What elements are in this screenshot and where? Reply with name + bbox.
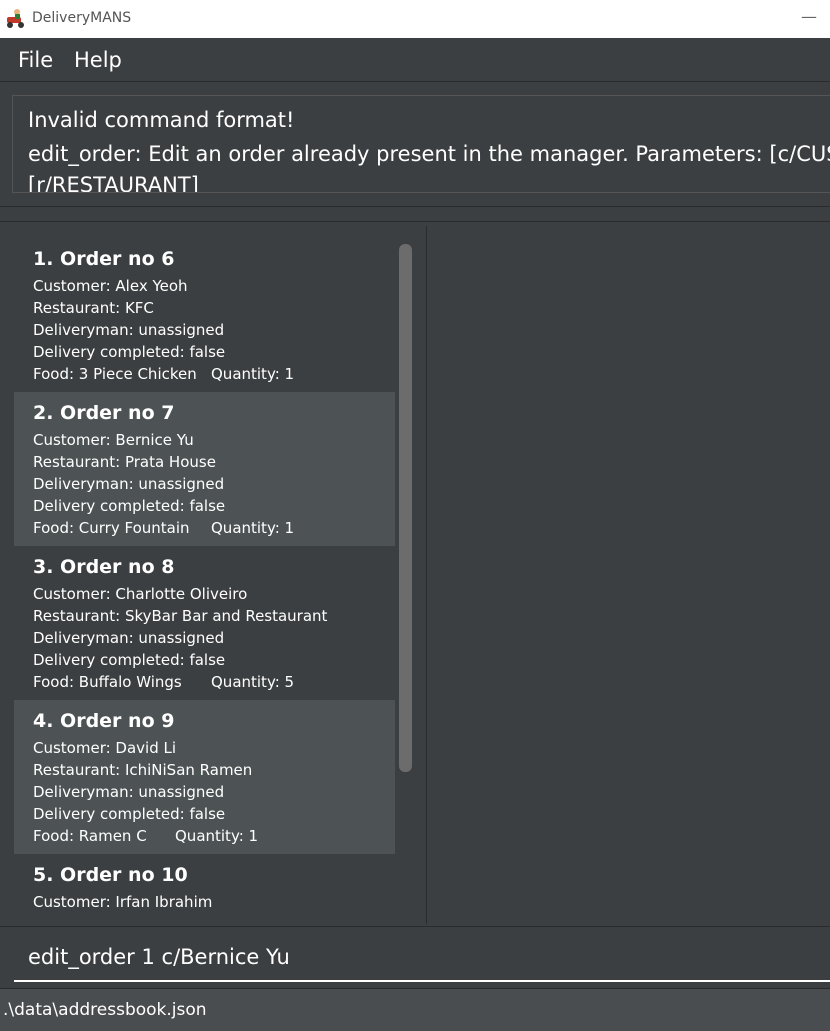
split-divider[interactable] [0, 206, 830, 222]
order-quantity: Quantity: 5 [211, 673, 295, 691]
order-food: Food: Curry Fountain [33, 519, 190, 537]
order-restaurant: Restaurant: Prata House [33, 453, 216, 471]
result-display[interactable]: Invalid command format! edit_order: Edit… [12, 95, 830, 193]
order-completed: Delivery completed: false [33, 651, 226, 669]
order-card[interactable]: 5. Order no 10 Customer: Irfan Ibrahim [14, 854, 395, 910]
order-restaurant: Restaurant: SkyBar Bar and Restaurant [33, 607, 328, 625]
command-input[interactable] [14, 934, 830, 982]
save-location-path: .\data\addressbook.json [3, 1000, 207, 1020]
delivery-scooter-icon [7, 9, 24, 28]
order-completed: Delivery completed: false [33, 497, 226, 515]
order-deliveryman: Deliveryman: unassigned [33, 321, 225, 339]
order-title: 2. Order no 7 [33, 402, 175, 424]
order-food: Food: Ramen C [33, 827, 147, 845]
order-card[interactable]: 2. Order no 7 Customer: Bernice Yu Resta… [14, 392, 395, 546]
result-message-line: edit_order: Edit an order already presen… [28, 142, 830, 166]
pane-divider[interactable] [426, 226, 427, 924]
order-card[interactable]: 3. Order no 8 Customer: Charlotte Olivei… [14, 546, 395, 700]
order-completed: Delivery completed: false [33, 343, 226, 361]
order-restaurant: Restaurant: IchiNiSan Ramen [33, 761, 253, 779]
status-bar: .\data\addressbook.json [0, 988, 830, 1031]
order-customer: Customer: Irfan Ibrahim [33, 893, 213, 910]
order-quantity: Quantity: 1 [175, 827, 259, 845]
menu-file[interactable]: File [18, 48, 53, 72]
order-quantity: Quantity: 1 [211, 519, 295, 537]
order-list[interactable]: 1. Order no 6 Customer: Alex Yeoh Restau… [14, 238, 395, 910]
result-message-line: [r/RESTAURANT] [28, 173, 199, 193]
order-restaurant: Restaurant: KFC [33, 299, 154, 317]
order-title: 4. Order no 9 [33, 710, 175, 732]
order-deliveryman: Deliveryman: unassigned [33, 475, 225, 493]
order-title: 1. Order no 6 [33, 248, 175, 270]
order-customer: Customer: Charlotte Oliveiro [33, 585, 248, 603]
menu-help[interactable]: Help [74, 48, 122, 72]
order-card[interactable]: 4. Order no 9 Customer: David Li Restaur… [14, 700, 395, 854]
order-completed: Delivery completed: false [33, 805, 226, 823]
order-card[interactable]: 1. Order no 6 Customer: Alex Yeoh Restau… [14, 238, 395, 392]
order-title: 5. Order no 10 [33, 864, 188, 886]
result-message-line: Invalid command format! [28, 108, 295, 132]
order-quantity: Quantity: 1 [211, 365, 295, 383]
order-deliveryman: Deliveryman: unassigned [33, 783, 225, 801]
order-food: Food: Buffalo Wings [33, 673, 182, 691]
order-food: Food: 3 Piece Chicken [33, 365, 197, 383]
minimize-button[interactable]: — [800, 8, 818, 28]
order-list-scroll-thumb[interactable] [399, 244, 412, 772]
order-customer: Customer: Alex Yeoh [33, 277, 188, 295]
menu-bar: File Help [0, 38, 830, 82]
order-customer: Customer: David Li [33, 739, 177, 757]
order-deliveryman: Deliveryman: unassigned [33, 629, 225, 647]
order-customer: Customer: Bernice Yu [33, 431, 194, 449]
order-title: 3. Order no 8 [33, 556, 175, 578]
title-bar: DeliveryMANS — [0, 0, 830, 38]
window-title: DeliveryMANS [32, 10, 132, 26]
